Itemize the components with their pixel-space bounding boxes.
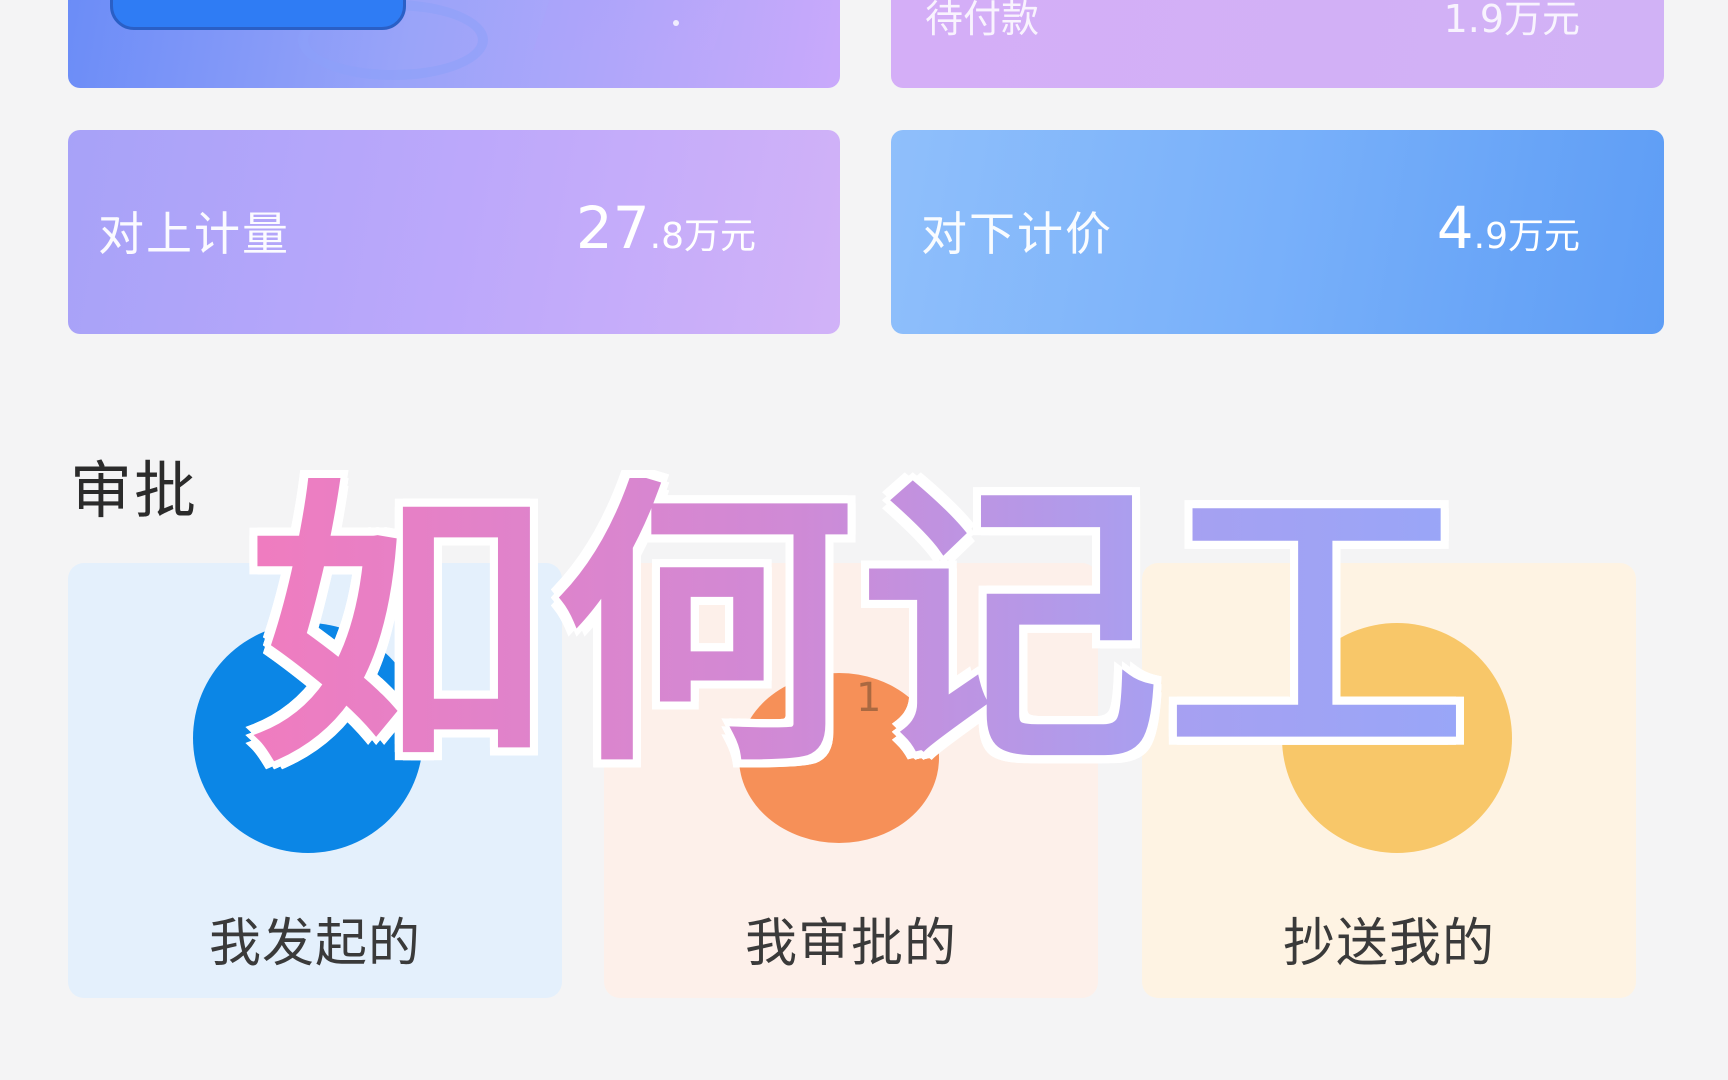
overview-action-button[interactable] [110,0,406,30]
overview-card-left[interactable] [68,0,840,88]
pending-payment-value: 1.9万元 [1443,0,1580,41]
overlay-caption: 如何记工 [248,453,1472,802]
stat-unit-price: 万元 [1507,216,1580,257]
pending-payment-label: 待付款 [925,0,1040,41]
stat-value-price-dec: .9 [1473,216,1508,257]
section-title-approval: 审批 [70,454,199,527]
tile-label-cc: 抄送我的 [1282,914,1495,974]
stat-card-measure[interactable]: 对上计量 27.8万元 [68,130,840,334]
stat-unit-measure: 万元 [683,216,756,257]
stat-value-price-int: 4 [1436,194,1474,262]
stat-value-measure-dec: .8 [649,216,684,257]
stat-value-measure-int: 27 [575,194,650,262]
overview-card-right[interactable]: 待付款 1.9万元 [891,0,1664,88]
decorative-panel [533,0,743,50]
stat-value-measure: 27.8万元 [576,194,756,262]
decorative-dot [673,20,679,26]
stat-value-price: 4.9万元 [1437,194,1580,262]
stat-label-measure: 对上计量 [98,207,290,261]
stat-label-price: 对下计价 [921,207,1113,261]
tile-label-initiated: 我发起的 [208,914,421,974]
stat-card-price[interactable]: 对下计价 4.9万元 [891,130,1664,334]
tile-label-approve: 我审批的 [744,914,957,974]
